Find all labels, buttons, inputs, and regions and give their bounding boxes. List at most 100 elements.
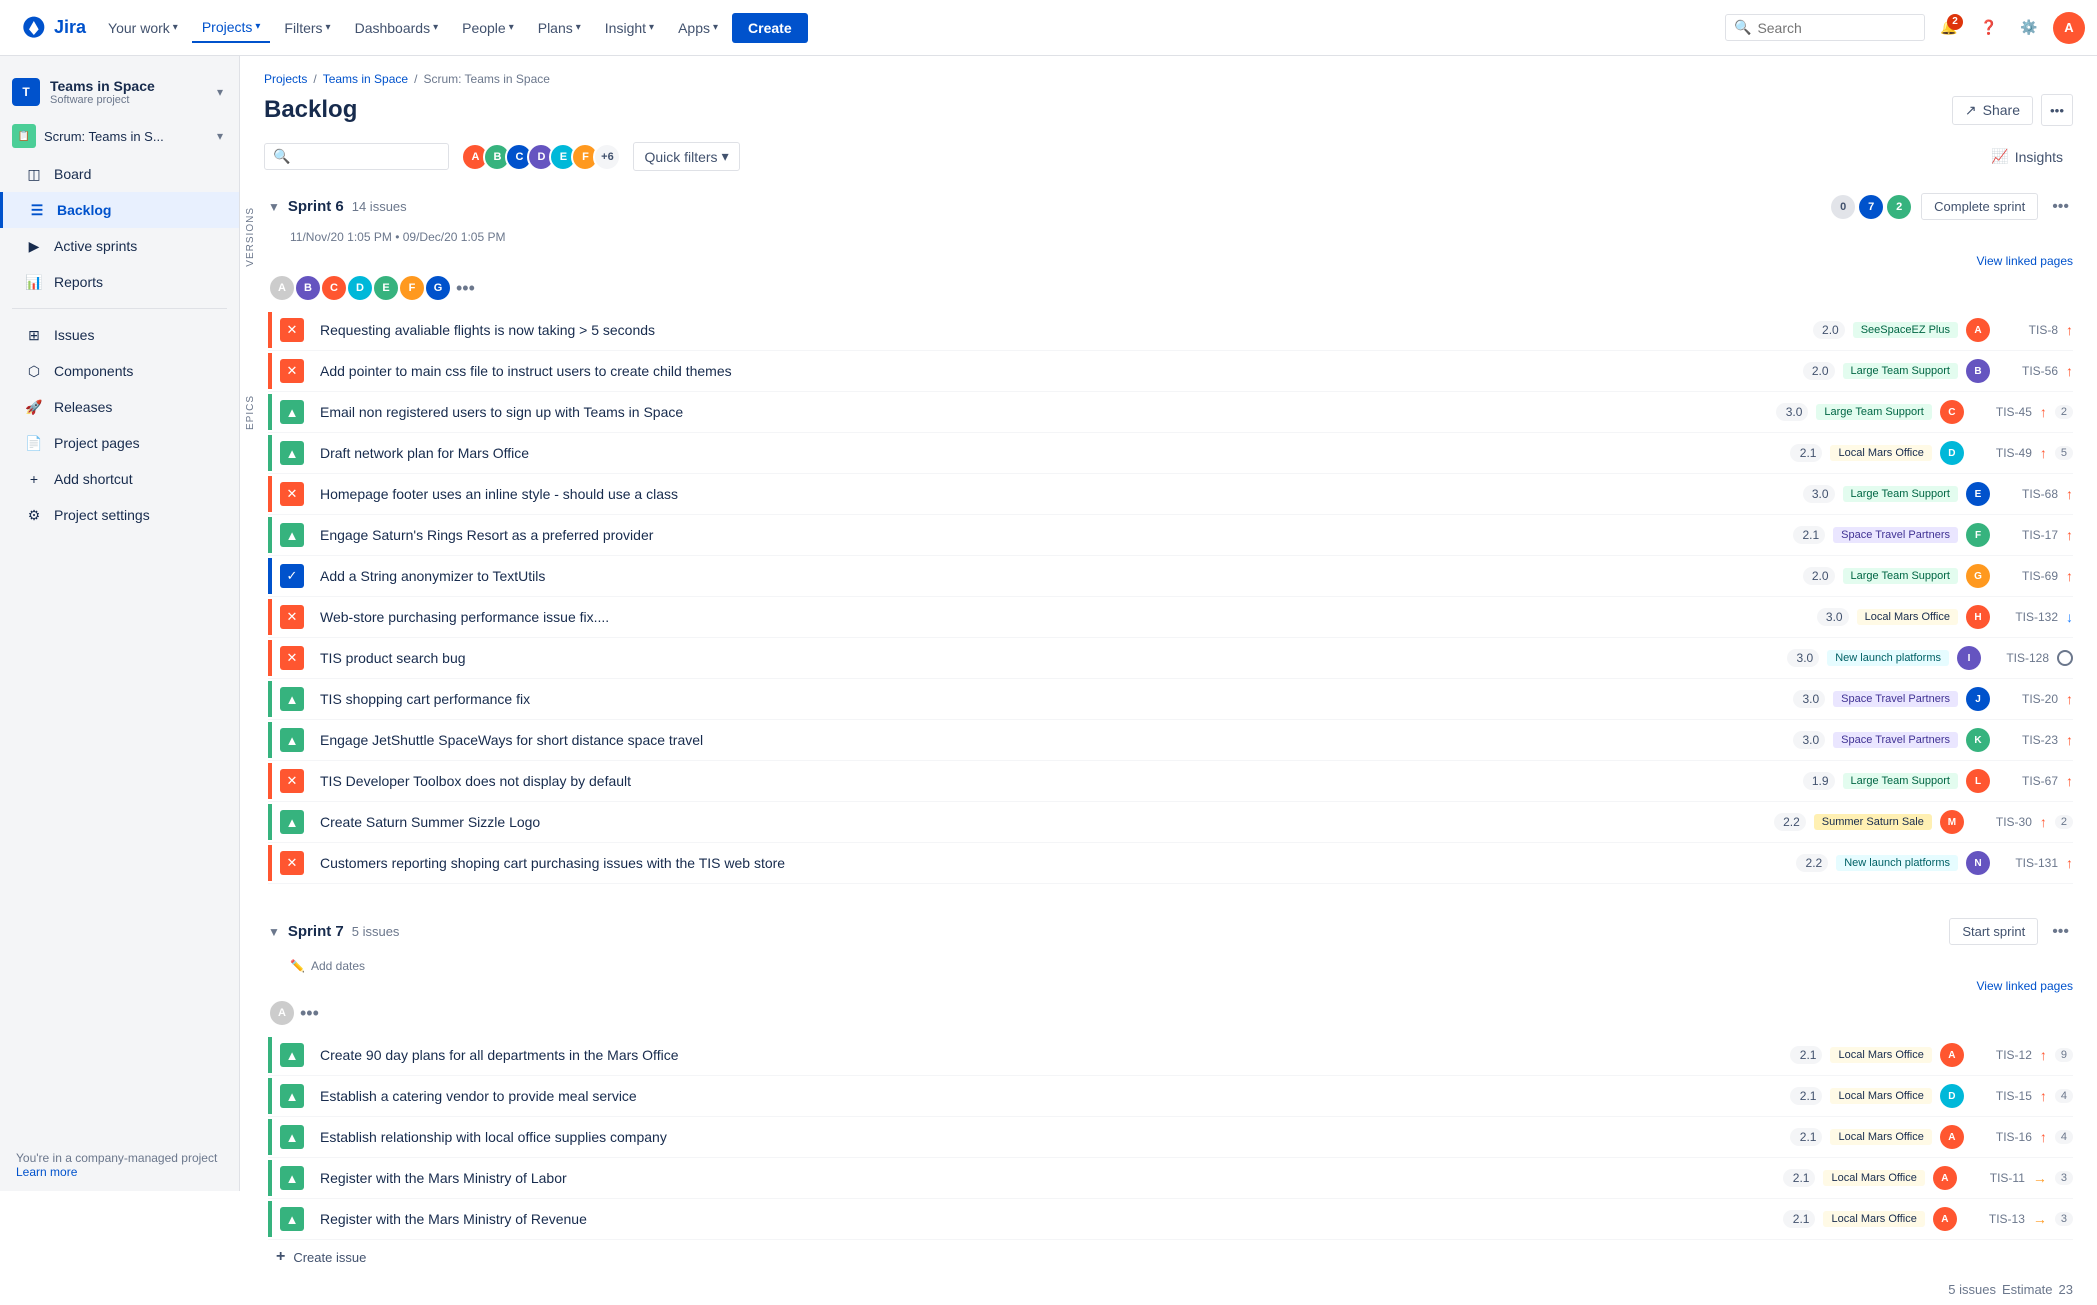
sidebar-item-reports[interactable]: 📊 Reports: [0, 264, 239, 300]
expand-icon[interactable]: ▾: [217, 85, 223, 99]
issue-row[interactable]: ✕ Add pointer to main css file to instru…: [268, 351, 2073, 392]
issue-row[interactable]: ▲ Email non registered users to sign up …: [268, 392, 2073, 433]
nav-people[interactable]: People ▾: [452, 14, 524, 42]
epic-badge[interactable]: Summer Saturn Sale: [1814, 814, 1932, 830]
issue-row[interactable]: ✕ TIS product search bug 3.0 New launch …: [268, 638, 2073, 679]
versions-label[interactable]: VERSIONS: [241, 203, 260, 271]
sidebar-item-board[interactable]: ◫ Board: [0, 156, 239, 192]
epic-badge[interactable]: Large Team Support: [1843, 363, 1958, 379]
epic-badge[interactable]: Local Mars Office: [1823, 1170, 1924, 1186]
nav-your-work[interactable]: Your work ▾: [98, 14, 188, 42]
epic-badge[interactable]: SeeSpaceEZ Plus: [1853, 322, 1958, 338]
epic-badge[interactable]: Space Travel Partners: [1833, 732, 1958, 748]
issue-row[interactable]: ▲ Engage Saturn's Rings Resort as a pref…: [268, 515, 2073, 556]
epic-badge[interactable]: Space Travel Partners: [1833, 527, 1958, 543]
sprint-6-avatar-4[interactable]: D: [346, 274, 374, 302]
quick-filters-button[interactable]: Quick filters ▾: [633, 142, 739, 171]
issue-row[interactable]: ▲ Establish a catering vendor to provide…: [268, 1076, 2073, 1117]
issue-row[interactable]: ▲ Create Saturn Summer Sizzle Logo 2.2 S…: [268, 802, 2073, 843]
settings-button[interactable]: ⚙️: [2013, 12, 2045, 44]
epic-badge[interactable]: New launch platforms: [1827, 650, 1949, 666]
backlog-search-input[interactable]: [290, 149, 440, 165]
share-button[interactable]: ↗ Share: [1952, 96, 2033, 125]
sprint-7-avatar-1[interactable]: A: [268, 999, 296, 1027]
search-input[interactable]: [1757, 20, 1916, 36]
issue-row[interactable]: ✕ TIS Developer Toolbox does not display…: [268, 761, 2073, 802]
nav-filters[interactable]: Filters ▾: [274, 14, 340, 42]
sprint-6-avatars-more[interactable]: •••: [456, 278, 475, 299]
sidebar-scrum-item[interactable]: 📋 Scrum: Teams in S... ▾: [0, 116, 239, 156]
insights-button[interactable]: 📈 Insights: [1981, 143, 2073, 170]
sprint-7-avatars-more[interactable]: •••: [300, 1003, 319, 1024]
issue-row[interactable]: ▲ Register with the Mars Ministry of Rev…: [268, 1199, 2073, 1240]
epics-label[interactable]: EPICS: [241, 391, 260, 434]
issue-row[interactable]: ▲ Establish relationship with local offi…: [268, 1117, 2073, 1158]
create-issue-button[interactable]: + Create issue: [268, 1240, 2073, 1274]
epic-badge[interactable]: Large Team Support: [1843, 486, 1958, 502]
issue-row[interactable]: ✓ Add a String anonymizer to TextUtils 2…: [268, 556, 2073, 597]
sprint-6-view-linked-pages[interactable]: View linked pages: [268, 252, 2073, 270]
global-search-box[interactable]: 🔍: [1725, 14, 1925, 41]
epic-badge[interactable]: Space Travel Partners: [1833, 691, 1958, 707]
sprint-6-avatar-1[interactable]: A: [268, 274, 296, 302]
issue-row[interactable]: ▲ Engage JetShuttle SpaceWays for short …: [268, 720, 2073, 761]
nav-plans[interactable]: Plans ▾: [528, 14, 591, 42]
user-avatar[interactable]: A: [2053, 12, 2085, 44]
start-sprint-button[interactable]: Start sprint: [1949, 918, 2038, 945]
avatar-more[interactable]: +6: [593, 143, 621, 171]
scrum-expand-icon[interactable]: ▾: [217, 129, 223, 143]
sprint-7-add-dates[interactable]: ✏️ Add dates: [268, 955, 2073, 977]
epic-badge[interactable]: Local Mars Office: [1857, 609, 1958, 625]
issue-row[interactable]: ✕ Customers reporting shoping cart purch…: [268, 843, 2073, 884]
epic-badge[interactable]: Large Team Support: [1843, 568, 1958, 584]
backlog-search-box[interactable]: 🔍: [264, 143, 449, 170]
issue-row[interactable]: ▲ TIS shopping cart performance fix 3.0 …: [268, 679, 2073, 720]
sprint-6-chevron[interactable]: ▼: [268, 200, 280, 214]
sidebar-item-project-settings[interactable]: ⚙ Project settings: [0, 497, 239, 533]
sprint-6-avatar-3[interactable]: C: [320, 274, 348, 302]
epic-badge[interactable]: Local Mars Office: [1830, 1088, 1931, 1104]
sprint-6-header[interactable]: ▼ Sprint 6 14 issues 0 7 2 Complete spri…: [268, 183, 2073, 230]
nav-insight[interactable]: Insight ▾: [595, 14, 664, 42]
nav-projects[interactable]: Projects ▾: [192, 13, 271, 43]
sprint-7-more-button[interactable]: •••: [2048, 919, 2073, 945]
epic-badge[interactable]: Local Mars Office: [1830, 1047, 1931, 1063]
epic-badge[interactable]: Local Mars Office: [1830, 445, 1931, 461]
sidebar-item-backlog[interactable]: ☰ Backlog: [0, 192, 239, 228]
sprint-7-header[interactable]: ▼ Sprint 7 5 issues Start sprint •••: [268, 908, 2073, 955]
issue-row[interactable]: ▲ Register with the Mars Ministry of Lab…: [268, 1158, 2073, 1199]
breadcrumb-projects[interactable]: Projects: [264, 72, 307, 86]
epic-badge[interactable]: New launch platforms: [1836, 855, 1958, 871]
complete-sprint-button[interactable]: Complete sprint: [1921, 193, 2038, 220]
sidebar-project-header[interactable]: T Teams in Space Software project ▾: [0, 68, 239, 116]
nav-dashboards[interactable]: Dashboards ▾: [345, 14, 449, 42]
sidebar-item-components[interactable]: ⬡ Components: [0, 353, 239, 389]
breadcrumb-teams-in-space[interactable]: Teams in Space: [323, 72, 408, 86]
sprint-6-avatar-6[interactable]: F: [398, 274, 426, 302]
sidebar-item-project-pages[interactable]: 📄 Project pages: [0, 425, 239, 461]
nav-apps[interactable]: Apps ▾: [668, 14, 728, 42]
jira-logo[interactable]: Jira: [12, 14, 94, 42]
sprint-6-avatar-7[interactable]: G: [424, 274, 452, 302]
sprint-6-more-button[interactable]: •••: [2048, 194, 2073, 220]
sidebar-item-releases[interactable]: 🚀 Releases: [0, 389, 239, 425]
sidebar-item-add-shortcut[interactable]: + Add shortcut: [0, 461, 239, 497]
issue-row[interactable]: ▲ Draft network plan for Mars Office 2.1…: [268, 433, 2073, 474]
issue-row[interactable]: ✕ Web-store purchasing performance issue…: [268, 597, 2073, 638]
sprint-6-avatar-5[interactable]: E: [372, 274, 400, 302]
sidebar-item-issues[interactable]: ⊞ Issues: [0, 317, 239, 353]
sidebar-item-active-sprints[interactable]: ▶ Active sprints: [0, 228, 239, 264]
sprint-6-avatar-2[interactable]: B: [294, 274, 322, 302]
issue-row[interactable]: ✕ Homepage footer uses an inline style -…: [268, 474, 2073, 515]
epic-badge[interactable]: Large Team Support: [1816, 404, 1931, 420]
epic-badge[interactable]: Local Mars Office: [1823, 1211, 1924, 1227]
sprint-7-view-linked-pages[interactable]: View linked pages: [268, 977, 2073, 995]
epic-badge[interactable]: Local Mars Office: [1830, 1129, 1931, 1145]
sprint-7-chevron[interactable]: ▼: [268, 925, 280, 939]
help-button[interactable]: ❓: [1973, 12, 2005, 44]
epic-badge[interactable]: Large Team Support: [1843, 773, 1958, 789]
create-button[interactable]: Create: [732, 13, 808, 43]
issue-row[interactable]: ▲ Create 90 day plans for all department…: [268, 1035, 2073, 1076]
learn-more-link[interactable]: Learn more: [16, 1165, 77, 1179]
more-options-button[interactable]: •••: [2041, 94, 2073, 126]
